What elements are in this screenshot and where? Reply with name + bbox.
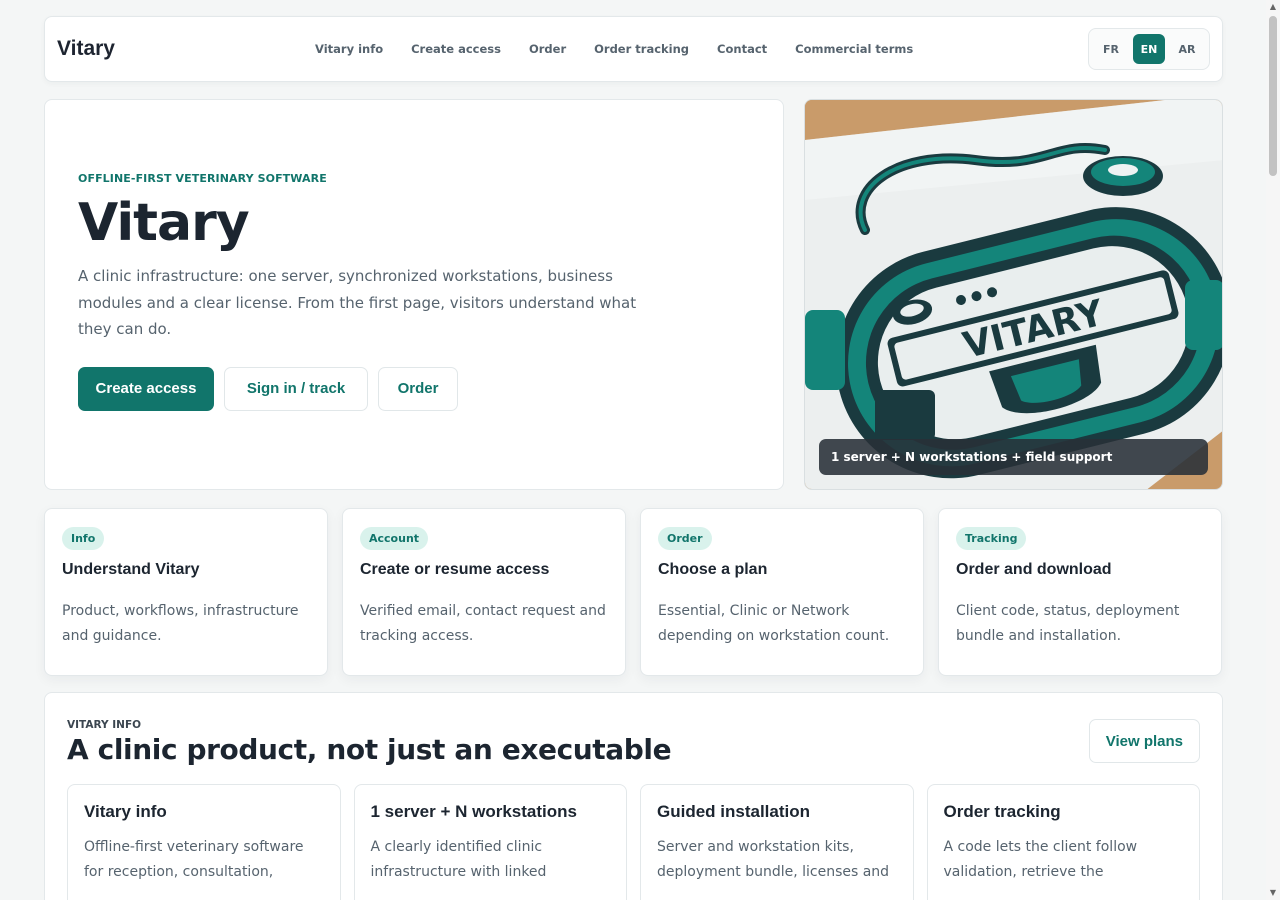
nav-link-vitary-info[interactable]: Vitary info (315, 42, 383, 56)
info-card-vitary-info: Vitary info Offline-first veterinary sof… (67, 784, 341, 900)
hero-eyebrow: OFFLINE-FIRST VETERINARY SOFTWARE (78, 172, 327, 185)
card-create-access[interactable]: Account Create or resume access Verified… (342, 508, 626, 676)
hero-illustration: VITARY 1 server + N workstations + field… (804, 99, 1223, 490)
info-title: A clinic product, not just an executable (67, 733, 672, 766)
scroll-down-icon[interactable]: ▼ (1269, 889, 1277, 897)
info-cards: Vitary info Offline-first veterinary sof… (67, 784, 1200, 900)
sign-in-track-button[interactable]: Sign in / track (224, 366, 368, 411)
nav-link-commercial-terms[interactable]: Commercial terms (795, 42, 913, 56)
nav-link-order[interactable]: Order (529, 42, 566, 56)
info-card-title: 1 server + N workstations (370, 802, 577, 821)
hero-title: Vitary (78, 193, 250, 253)
lang-fr-button[interactable]: FR (1095, 34, 1127, 64)
card-tag: Tracking (956, 527, 1027, 550)
nav-link-contact[interactable]: Contact (717, 42, 767, 56)
scroll-up-icon[interactable]: ▲ (1269, 3, 1277, 11)
view-plans-button[interactable]: View plans (1088, 719, 1200, 763)
lang-ar-button[interactable]: AR (1171, 34, 1203, 64)
hero-image-caption: 1 server + N workstations + field suppor… (819, 439, 1208, 475)
create-access-button[interactable]: Create access (78, 366, 214, 411)
info-card-description: Server and workstation kits, deployment … (657, 839, 890, 880)
hero-description: A clinic infrastructure: one server, syn… (78, 267, 637, 338)
vitary-logo-illustration: VITARY (805, 100, 1222, 489)
brand-logo[interactable]: Vitary (57, 37, 307, 61)
card-choose-plan[interactable]: Order Choose a plan Essential, Clinic or… (640, 508, 924, 676)
info-card-title: Order tracking (943, 802, 1061, 821)
info-card-server-workstations: 1 server + N workstations A clearly iden… (353, 784, 627, 900)
card-title: Create or resume access (360, 561, 550, 578)
info-eyebrow: VITARY INFO (67, 719, 142, 731)
nav-link-create-access[interactable]: Create access (411, 42, 501, 56)
nav-links: Vitary info Create access Order Order tr… (315, 42, 1088, 56)
card-description: Verified email, contact request and trac… (360, 603, 606, 644)
feature-cards: Info Understand Vitary Product, workflow… (44, 508, 1223, 676)
info-card-description: A code lets the client follow validation… (943, 839, 1138, 880)
info-card-guided-installation: Guided installation Server and workstati… (640, 784, 914, 900)
nav-link-order-tracking[interactable]: Order tracking (594, 42, 689, 56)
card-order-download[interactable]: Tracking Order and download Client code,… (938, 508, 1222, 676)
info-card-description: Offline-first veterinary software for re… (84, 839, 304, 880)
card-description: Product, workflows, infrastructure and g… (62, 603, 299, 644)
card-understand-vitary[interactable]: Info Understand Vitary Product, workflow… (44, 508, 328, 676)
card-tag: Order (658, 527, 712, 550)
card-description: Client code, status, deployment bundle a… (956, 603, 1180, 644)
vitary-info-section: VITARY INFO A clinic product, not just a… (44, 692, 1223, 900)
info-card-description: A clearly identified clinic infrastructu… (370, 839, 547, 880)
language-switcher: FR EN AR (1088, 28, 1210, 70)
scroll-thumb[interactable] (1269, 16, 1277, 176)
card-tag: Account (360, 527, 429, 550)
info-card-title: Guided installation (657, 802, 811, 821)
order-button[interactable]: Order (378, 366, 458, 411)
card-description: Essential, Clinic or Network depending o… (658, 603, 890, 644)
card-title: Order and download (956, 561, 1112, 578)
card-title: Choose a plan (658, 561, 768, 578)
card-title: Understand Vitary (62, 561, 200, 578)
hero-actions: Create access Sign in / track Order (78, 366, 750, 411)
info-card-title: Vitary info (84, 802, 167, 821)
info-card-order-tracking: Order tracking A code lets the client fo… (926, 784, 1200, 900)
lang-en-button[interactable]: EN (1133, 34, 1165, 64)
hero-panel: OFFLINE-FIRST VETERINARY SOFTWARE Vitary… (44, 99, 784, 490)
card-tag: Info (62, 527, 105, 550)
top-nav: Vitary Vitary info Create access Order O… (44, 16, 1223, 82)
page-scrollbar[interactable]: ▲ ▼ (1266, 0, 1280, 900)
